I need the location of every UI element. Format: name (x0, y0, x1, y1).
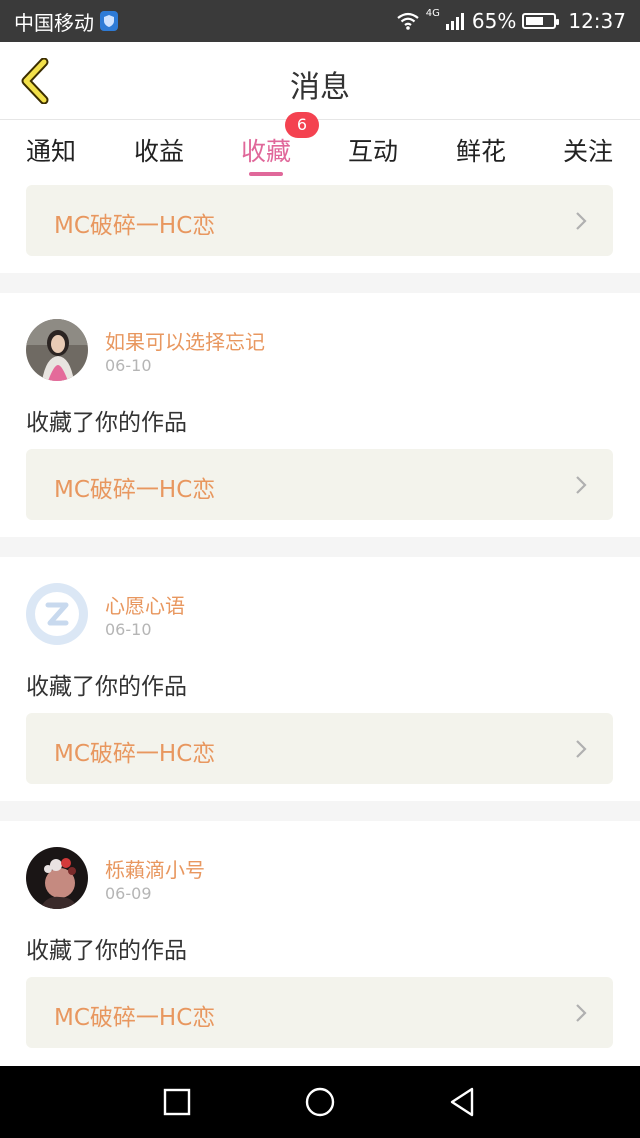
wifi-icon (397, 12, 419, 30)
chevron-right-icon (576, 476, 587, 494)
chevron-right-icon (576, 1004, 587, 1022)
clock: 12:37 (568, 9, 626, 33)
tab-favorites[interactable]: 收藏 (241, 132, 291, 168)
tab-bar: 通知 收益 收藏 互动 鲜花 关注 (0, 120, 640, 180)
timestamp: 06-10 (105, 620, 152, 639)
work-link[interactable]: MC破碎一HC恋 (26, 713, 613, 784)
tab-flowers[interactable]: 鲜花 (456, 132, 506, 168)
default-avatar-icon (26, 583, 88, 645)
network-label: 4G (425, 7, 440, 19)
work-title: MC破碎一HC恋 (54, 213, 216, 239)
message-text: 收藏了你的作品 (26, 938, 187, 964)
battery-fill (526, 17, 544, 25)
square-icon[interactable] (161, 1086, 193, 1118)
username[interactable]: 心愿心语 (105, 590, 185, 619)
message-card: 栎藾滴小号 06-09 收藏了你的作品 MC破碎一HC恋 (0, 821, 640, 1066)
user-photo (26, 847, 88, 909)
timestamp: 06-10 (105, 356, 152, 375)
message-text: 收藏了你的作品 (26, 674, 187, 700)
message-text: 收藏了你的作品 (26, 410, 187, 436)
work-link[interactable]: MC破碎一HC恋 (26, 977, 613, 1048)
username[interactable]: 栎藾滴小号 (105, 854, 205, 883)
battery-icon (522, 13, 560, 29)
work-title: MC破碎一HC恋 (54, 1005, 216, 1031)
avatar[interactable] (26, 583, 88, 645)
circle-icon[interactable] (304, 1086, 336, 1118)
chevron-right-icon (576, 740, 587, 758)
work-title: MC破碎一HC恋 (54, 477, 216, 503)
page-title: 消息 (290, 70, 350, 105)
triangle-back-icon[interactable] (446, 1086, 478, 1118)
avatar[interactable] (26, 847, 88, 909)
work-link[interactable]: MC破碎一HC恋 (26, 185, 613, 256)
carrier-label: 中国移动 (14, 10, 94, 35)
chevron-right-icon (576, 212, 587, 230)
work-link[interactable]: MC破碎一HC恋 (26, 449, 613, 520)
message-card: 心愿心语 06-10 收藏了你的作品 MC破碎一HC恋 (0, 557, 640, 801)
user-photo (26, 319, 88, 381)
tab-badge: 6 (285, 112, 319, 138)
tab-notifications[interactable]: 通知 (26, 132, 76, 168)
username[interactable]: 如果可以选择忘记 (105, 326, 265, 355)
message-card: MC破碎一HC恋 (0, 180, 640, 273)
avatar[interactable] (26, 319, 88, 381)
message-card: 如果可以选择忘记 06-10 收藏了你的作品 MC破碎一HC恋 (0, 293, 640, 537)
active-tab-indicator (249, 172, 283, 176)
signal-icon (445, 13, 464, 30)
work-title: MC破碎一HC恋 (54, 741, 216, 767)
app-header: 消息 (0, 42, 640, 120)
shield-icon (100, 11, 118, 31)
system-nav-bar (0, 1066, 640, 1138)
battery-percent: 65% (471, 9, 517, 33)
tab-follows[interactable]: 关注 (563, 132, 613, 168)
tab-interactions[interactable]: 互动 (348, 132, 398, 168)
status-bar: 中国移动 4G 65% 12:37 (0, 0, 640, 42)
tab-earnings[interactable]: 收益 (134, 132, 184, 168)
timestamp: 06-09 (105, 884, 152, 903)
